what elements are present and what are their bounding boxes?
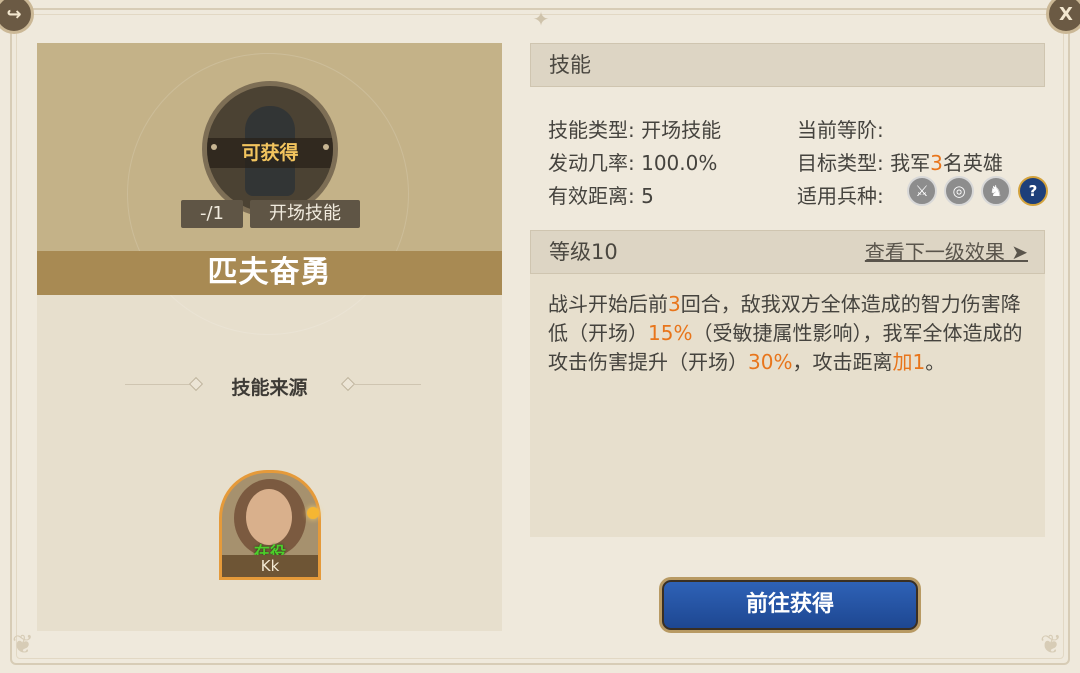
medal-stud [323,144,329,150]
desc-text: 战斗开始后前 [548,292,668,316]
troop-row: 适用兵种: [797,180,884,209]
range-value: 5 [641,184,654,208]
current-rank-row: 当前等阶: [797,114,884,143]
skill-section-header: 技能 [530,43,1045,87]
sword-icon[interactable]: ⚔ [907,176,937,206]
desc-text: 。 [925,350,946,374]
go-obtain-button[interactable]: 前往获得 [659,577,921,633]
target-type-row: 目标类型: 我军3名英雄 [797,147,1003,176]
skill-type-tag: 开场技能 [250,200,360,228]
target-type-label: 目标类型: [797,151,884,175]
trigger-rate-value: 100.0% [641,151,718,175]
target-count: 3 [930,151,943,175]
skill-type-label: 技能类型: [548,118,635,142]
compass-star-icon: ✦ [532,7,550,31]
target-suffix: 名英雄 [942,151,1003,175]
hero-face [246,489,292,545]
skill-card-panel: 可获得 -/1 开场技能 匹夫奋勇 技能来源 在役 Kk [37,43,502,631]
desc-highlight: 15% [648,321,693,345]
skill-description: 战斗开始后前3回合，敌我双方全体造成的智力伤害降低（开场）15%（受敏捷属性影响… [548,290,1038,377]
archery-target-icon[interactable]: ◎ [944,176,974,206]
troop-icons: ⚔ ◎ ♞ ? [907,176,1048,206]
level-title: 等级10 [549,240,618,264]
hero-badge-icon [307,507,319,519]
level-section-header: 等级10 查看下一级效果 ➤ [530,230,1045,274]
desc-highlight: 加1 [892,350,926,374]
skill-description-box: 战斗开始后前3回合，敌我双方全体造成的智力伤害降低（开场）15%（受敏捷属性影响… [530,274,1045,537]
skill-source-title: 技能来源 [231,377,308,399]
leaf-ornament-icon: ❦ [12,630,34,660]
range-row: 有效距离: 5 [548,180,654,209]
horse-icon[interactable]: ♞ [981,176,1011,206]
skill-type-value: 开场技能 [641,118,722,142]
desc-highlight: 30% [748,350,793,374]
skill-name: 匹夫奋勇 [37,251,502,295]
skill-section-title: 技能 [549,53,591,77]
question-icon[interactable]: ? [1018,176,1048,206]
hero-name: Kk [222,555,318,577]
hero-card[interactable]: 在役 Kk [219,470,321,580]
skill-card-header: 可获得 -/1 开场技能 [37,43,502,335]
desc-highlight: 3 [668,292,681,316]
desc-text: ，攻击距离 [792,350,893,374]
medal-stud [211,144,217,150]
trigger-rate-label: 发动几率: [548,151,635,175]
skill-medallion: 可获得 [202,81,338,217]
leaf-ornament-icon: ❦ [1040,630,1062,660]
current-rank-label: 当前等阶: [797,118,884,142]
skill-count-tag: -/1 [181,200,243,228]
trigger-rate-row: 发动几率: 100.0% [548,147,717,176]
skill-status-label: 可获得 [207,138,333,168]
skill-type-row: 技能类型: 开场技能 [548,114,721,143]
next-level-link[interactable]: 查看下一级效果 ➤ [865,231,1028,273]
troop-label: 适用兵种: [797,184,884,208]
range-label: 有效距离: [548,184,635,208]
target-prefix: 我军 [890,151,931,175]
